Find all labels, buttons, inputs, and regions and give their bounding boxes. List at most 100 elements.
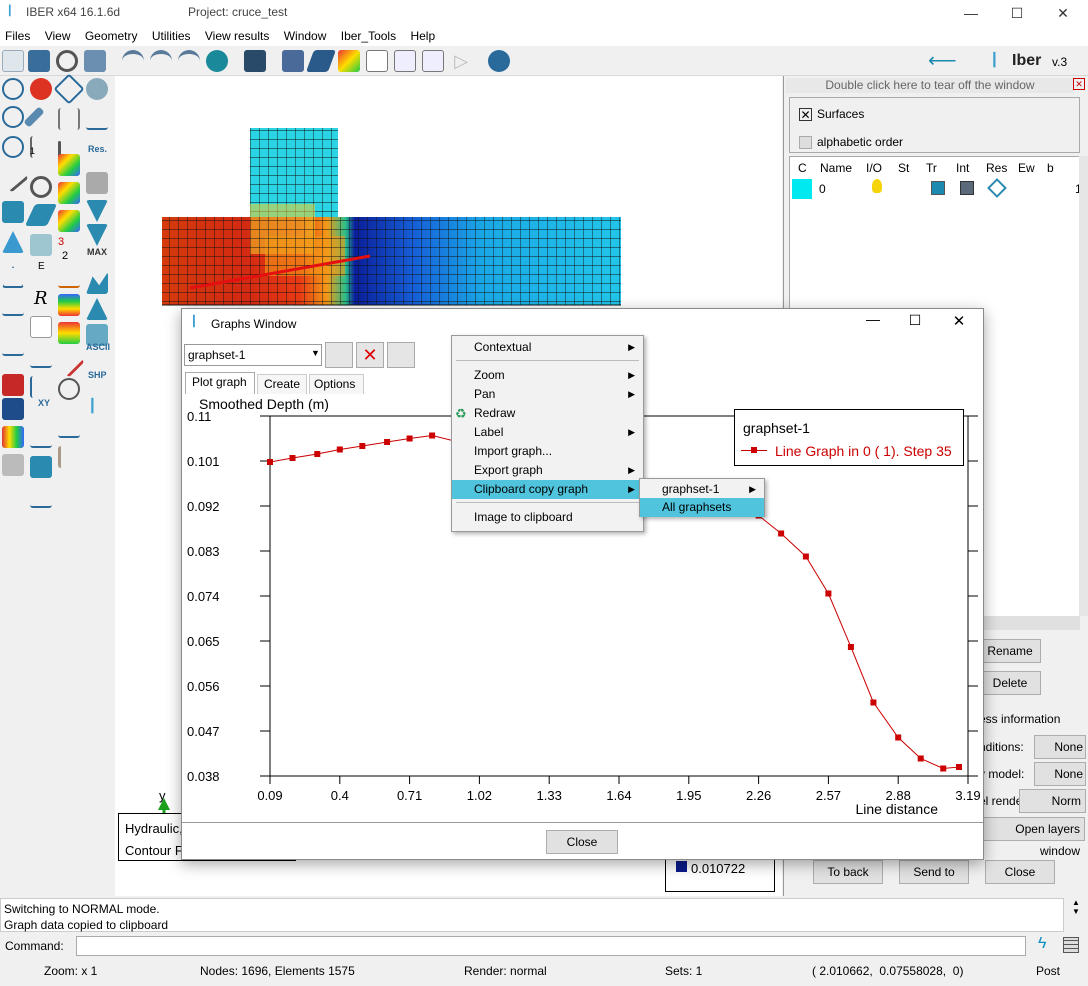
tab-options[interactable]: Options [309, 374, 364, 394]
refresh-icon[interactable] [56, 50, 78, 72]
arc-icon[interactable] [30, 176, 52, 198]
gradient-icon[interactable] [2, 454, 24, 476]
arrows2-icon[interactable] [58, 266, 80, 288]
rename-graphset-icon[interactable] [387, 342, 415, 368]
result-icon[interactable] [987, 178, 1007, 198]
record-icon[interactable] [30, 78, 52, 100]
volume-icon[interactable] [30, 234, 52, 256]
contour-icon[interactable] [338, 50, 360, 72]
rainbow3-icon[interactable] [58, 210, 80, 232]
triangle-icon[interactable] [2, 266, 24, 288]
tear-off-bar[interactable]: Double click here to tear off the window [786, 78, 1074, 93]
model-button[interactable]: None [1034, 762, 1086, 786]
terrain-icon[interactable] [86, 272, 108, 294]
layers-icon[interactable] [282, 50, 304, 72]
layer-name[interactable]: 0 [819, 182, 826, 196]
zoom-frame-icon[interactable] [2, 106, 24, 128]
menu-help[interactable]: Help [405, 26, 441, 43]
menu-item-label[interactable]: Label ▶ [452, 423, 643, 442]
vector-icon[interactable] [30, 376, 52, 398]
list-icon[interactable] [30, 316, 52, 338]
graph-icon[interactable] [366, 50, 388, 72]
frame-icon[interactable] [394, 50, 416, 72]
graphs-close-button[interactable]: Close [546, 830, 618, 854]
bulb-icon[interactable] [872, 179, 882, 193]
rotate-icon[interactable] [2, 136, 24, 158]
menu-view-results[interactable]: View results [200, 26, 275, 43]
chart-tool-icon[interactable] [58, 416, 80, 438]
menu-item-export-graph[interactable]: Export graph ▶ [452, 461, 643, 480]
panel-close-icon[interactable]: ✕ [1073, 78, 1085, 90]
open-folder-icon[interactable] [28, 50, 50, 72]
film-icon[interactable] [422, 50, 444, 72]
arrows-icon[interactable] [30, 426, 52, 448]
play-icon[interactable]: ▷ [450, 50, 472, 72]
menu-utilities[interactable]: Utilities [147, 26, 197, 43]
needle-icon[interactable] [53, 346, 85, 378]
cube-icon[interactable] [2, 201, 24, 223]
mesh-tool-icon[interactable] [53, 73, 85, 105]
settings-gear-icon[interactable] [488, 50, 510, 72]
funnel-icon[interactable] [58, 446, 80, 468]
delete-graphset-icon[interactable]: ✕ [356, 342, 384, 368]
grey-tool-icon[interactable] [86, 172, 108, 194]
waves-icon[interactable] [86, 108, 108, 130]
menu-iber-tools[interactable]: Iber_Tools [336, 26, 402, 43]
stripes-icon[interactable] [58, 294, 80, 316]
to-back-button[interactable]: To back [813, 860, 883, 884]
open-layers-button[interactable]: Open layers window [979, 817, 1085, 858]
conditions-button[interactable]: None [1034, 735, 1086, 759]
maximize-button[interactable]: ☐ [994, 0, 1040, 26]
menu-item-import-graph[interactable]: Import graph... [452, 442, 643, 461]
menu-geometry[interactable]: Geometry [80, 26, 144, 43]
tab-plot-graph[interactable]: Plot graph [185, 372, 255, 394]
rainbow2-icon[interactable] [58, 182, 80, 204]
funnel-blue2-icon[interactable] [86, 224, 108, 246]
menu-item-pan[interactable]: Pan ▶ [452, 385, 643, 404]
view-eye2-icon[interactable] [150, 50, 172, 72]
panel-vscrollbar[interactable] [1079, 156, 1088, 616]
interior-icon[interactable] [960, 181, 974, 195]
red-color-icon[interactable] [2, 374, 24, 396]
menu-item-contextual[interactable]: Contextual ▶ [452, 338, 643, 357]
graphset-select[interactable]: graphset-1 ▼ [184, 344, 322, 366]
submenu-item-all-graphsets[interactable]: All graphsets [640, 498, 764, 517]
iber-tool-icon[interactable] [86, 78, 108, 100]
transparency-icon[interactable] [931, 181, 945, 195]
tab-create[interactable]: Create [257, 374, 307, 394]
alphabetic-checkbox[interactable] [799, 136, 812, 149]
rainbow1-icon[interactable] [58, 154, 80, 176]
log-scrollbar[interactable]: ▲ ▼ [1066, 898, 1086, 932]
menu-item-redraw[interactable]: ♻ Redraw [452, 404, 643, 423]
render-button[interactable]: Norm [1019, 789, 1086, 813]
menu-window[interactable]: Window [279, 26, 333, 43]
menu-item-clipboard-copy-graph[interactable]: Clipboard copy graph ▶ [452, 480, 643, 499]
graphs-close-x-button[interactable]: ✕ [944, 312, 974, 336]
new-graphset-button[interactable] [325, 342, 353, 368]
pointer-icon[interactable] [0, 161, 29, 193]
split-icon[interactable] [2, 294, 24, 316]
graph-line-icon[interactable] [30, 346, 52, 368]
pencil-icon[interactable] [23, 106, 45, 128]
zoom-icon[interactable] [2, 78, 24, 100]
globe-icon[interactable] [58, 378, 80, 400]
measure-icon[interactable] [30, 486, 52, 508]
surface-icon[interactable] [24, 204, 58, 226]
camera-icon[interactable] [244, 50, 266, 72]
minimize-button[interactable]: — [948, 0, 994, 26]
rename-button[interactable]: Rename [979, 639, 1041, 663]
command-input[interactable] [76, 936, 1026, 956]
arrow-back-icon[interactable]: ⟵ [928, 50, 974, 72]
surfaces-checkbox[interactable]: ✕ [799, 108, 812, 121]
lightning-icon[interactable]: ϟ [1038, 935, 1046, 953]
menu-view[interactable]: View [40, 26, 77, 43]
menu-item-image-to-clipboard[interactable]: Image to clipboard [452, 508, 643, 527]
send-to-button[interactable]: Send to [899, 860, 969, 884]
submenu-item-graphset[interactable]: graphset-1 ▶ [640, 480, 764, 499]
view-eye3-icon[interactable] [178, 50, 200, 72]
menu-item-zoom[interactable]: Zoom ▶ [452, 366, 643, 385]
delete-button[interactable]: Delete [979, 671, 1041, 695]
grid-icon[interactable] [1063, 937, 1079, 953]
palette-icon[interactable] [2, 426, 24, 448]
layer-color-swatch[interactable] [792, 179, 812, 199]
